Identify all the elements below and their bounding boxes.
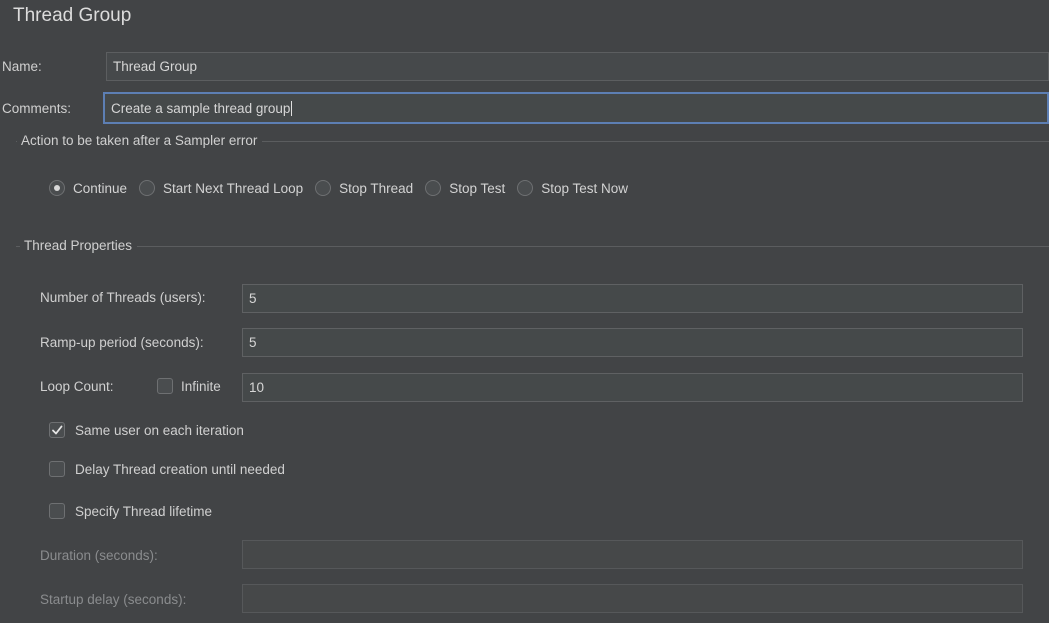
startup-delay-input[interactable] — [242, 584, 1023, 613]
specify-lifetime-label: Specify Thread lifetime — [75, 504, 213, 519]
radio-label: Stop Test Now — [541, 180, 629, 196]
infinite-checkbox[interactable] — [157, 378, 173, 394]
ramp-up-label: Ramp-up period (seconds): — [40, 335, 204, 350]
radio-button[interactable] — [49, 180, 65, 196]
comments-label: Comments: — [2, 101, 72, 116]
specify-lifetime-checkbox[interactable] — [49, 503, 65, 519]
num-threads-label: Number of Threads (users): — [40, 290, 206, 305]
thread-group-panel: Thread Group Name: Thread Group Comments… — [0, 0, 1049, 623]
name-input[interactable]: Thread Group — [106, 52, 1049, 81]
radio-label: Stop Test — [449, 180, 506, 196]
thread-properties-section-title: Thread Properties — [20, 238, 138, 253]
sampler-error-options: Continue Start Next Thread Loop Stop Thr… — [49, 180, 640, 196]
loop-count-label: Loop Count: — [40, 379, 114, 394]
delay-creation-label: Delay Thread creation until needed — [75, 462, 285, 477]
comments-input-value: Create a sample thread group — [111, 100, 291, 116]
radio-stop-thread[interactable]: Stop Thread — [315, 180, 413, 196]
num-threads-value: 5 — [249, 291, 257, 306]
same-user-label: Same user on each iteration — [75, 423, 244, 438]
radio-stop-test[interactable]: Stop Test — [425, 180, 505, 196]
panel-title: Thread Group — [13, 5, 132, 26]
infinite-label: Infinite — [181, 379, 221, 394]
loop-count-input[interactable]: 10 — [242, 373, 1023, 402]
duration-input[interactable] — [242, 540, 1023, 569]
ramp-up-input[interactable]: 5 — [242, 328, 1023, 357]
loop-count-value: 10 — [249, 380, 265, 395]
startup-delay-label: Startup delay (seconds): — [40, 592, 187, 607]
radio-button[interactable] — [139, 180, 156, 196]
radio-selected-dot — [54, 185, 60, 191]
sampler-error-section-title: Action to be taken after a Sampler error — [17, 133, 263, 148]
name-input-value: Thread Group — [113, 59, 198, 74]
radio-label: Continue — [73, 180, 128, 196]
delay-creation-checkbox[interactable] — [49, 461, 65, 477]
comments-input[interactable]: Create a sample thread group — [103, 92, 1049, 124]
radio-start-next-thread-loop[interactable]: Start Next Thread Loop — [139, 180, 303, 196]
radio-button[interactable] — [425, 180, 442, 196]
text-caret — [291, 100, 293, 116]
same-user-checkbox[interactable] — [49, 422, 65, 438]
ramp-up-value: 5 — [249, 335, 257, 350]
thread-properties-divider — [16, 246, 1049, 247]
num-threads-input[interactable]: 5 — [242, 284, 1023, 313]
radio-stop-test-now[interactable]: Stop Test Now — [517, 180, 628, 196]
checkmark-icon — [52, 425, 63, 435]
radio-button[interactable] — [517, 180, 534, 196]
radio-button[interactable] — [315, 180, 332, 196]
duration-label: Duration (seconds): — [40, 548, 158, 563]
radio-label: Stop Thread — [339, 180, 414, 196]
radio-continue[interactable]: Continue — [49, 180, 127, 196]
name-label: Name: — [2, 59, 42, 74]
radio-label: Start Next Thread Loop — [163, 180, 304, 196]
